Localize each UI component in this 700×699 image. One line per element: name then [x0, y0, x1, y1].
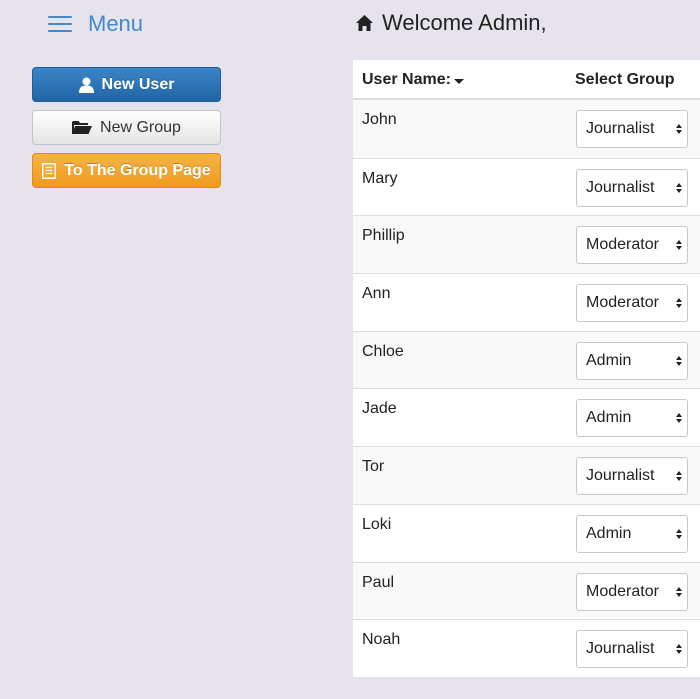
users-table: User Name: Select Group John Journalist Ma…: [353, 60, 700, 677]
group-select[interactable]: Admin: [576, 514, 688, 553]
group-select-value: Moderator: [586, 582, 659, 600]
select-arrows-icon: [676, 586, 682, 597]
folder-open-icon: [72, 120, 93, 135]
group-select-value: Journalist: [586, 467, 655, 485]
home-icon: [356, 15, 373, 31]
group-select-value: Journalist: [586, 120, 655, 137]
new-group-label: New Group: [100, 118, 181, 136]
table-body: John Journalist Mary Journalist Phillip Moder…: [353, 100, 700, 677]
menu-toggle[interactable]: Menu: [48, 10, 143, 38]
hamburger-icon: [48, 16, 72, 32]
list-icon: [42, 162, 57, 179]
select-arrows-icon: [676, 413, 682, 424]
user-name-cell: Tor: [362, 458, 385, 476]
user-name-cell: Chloe: [362, 342, 404, 360]
table-row: Noah Journalist: [353, 619, 700, 677]
select-arrows-icon: [676, 355, 682, 366]
group-select[interactable]: Journalist: [576, 110, 688, 148]
new-group-button[interactable]: New Group: [32, 110, 221, 145]
group-select-value: Admin: [586, 524, 632, 542]
group-select[interactable]: Admin: [576, 341, 688, 380]
user-name-cell: John: [362, 111, 397, 128]
group-select[interactable]: Moderator: [576, 226, 688, 265]
table-row: Mary Journalist: [353, 157, 700, 216]
table-header: User Name: Select Group: [353, 60, 700, 100]
user-name-cell: Jade: [362, 400, 397, 418]
group-select[interactable]: Moderator: [576, 284, 688, 323]
group-select-value: Journalist: [586, 640, 655, 658]
user-name-cell: Ann: [362, 285, 391, 303]
table-row: Chloe Admin: [353, 330, 700, 389]
select-arrows-icon: [676, 471, 682, 482]
new-user-button[interactable]: New User: [32, 67, 221, 102]
select-arrows-icon: [676, 124, 682, 134]
user-name-cell: Loki: [362, 515, 392, 533]
new-user-label: New User: [101, 75, 175, 93]
group-select[interactable]: Moderator: [576, 572, 688, 611]
select-arrows-icon: [676, 644, 682, 655]
select-group-column-header: Select Group: [575, 71, 675, 88]
user-icon: [78, 77, 94, 93]
table-row: Phillip Moderator: [353, 215, 700, 274]
sort-caret-icon: [453, 79, 464, 84]
table-row: Ann Moderator: [353, 273, 700, 331]
table-row: Loki Admin: [353, 503, 700, 562]
table-row: Jade Admin: [353, 388, 700, 447]
welcome-text: Welcome Admin,: [382, 10, 547, 35]
user-name-cell: Noah: [362, 631, 401, 649]
select-arrows-icon: [676, 528, 682, 539]
select-arrows-icon: [676, 182, 682, 193]
welcome-header: Welcome Admin,: [356, 8, 547, 38]
group-page-label: To The Group Page: [64, 161, 211, 179]
group-select[interactable]: Journalist: [576, 457, 688, 496]
user-name-cell: Mary: [362, 169, 398, 187]
user-name-cell: Paul: [362, 573, 395, 591]
group-select[interactable]: Journalist: [576, 630, 688, 669]
username-column-label: User Name:: [362, 71, 451, 88]
select-arrows-icon: [676, 240, 682, 251]
group-select[interactable]: Admin: [576, 399, 688, 438]
menu-label: Menu: [88, 11, 144, 36]
user-name-cell: Phillip: [362, 227, 405, 245]
group-select-value: Moderator: [586, 236, 659, 254]
group-select-value: Admin: [586, 409, 632, 427]
select-arrows-icon: [676, 298, 682, 309]
group-select-value: Moderator: [586, 294, 659, 312]
group-page-button[interactable]: To The Group Page: [32, 153, 221, 188]
group-select-value: Admin: [586, 351, 632, 369]
table-row: Tor Journalist: [353, 446, 700, 504]
username-column-header[interactable]: User Name:: [362, 71, 464, 89]
table-row: John Journalist: [353, 100, 700, 158]
table-row: Paul Moderator: [353, 561, 700, 620]
group-select-value: Journalist: [586, 178, 655, 196]
group-select[interactable]: Journalist: [576, 168, 688, 207]
